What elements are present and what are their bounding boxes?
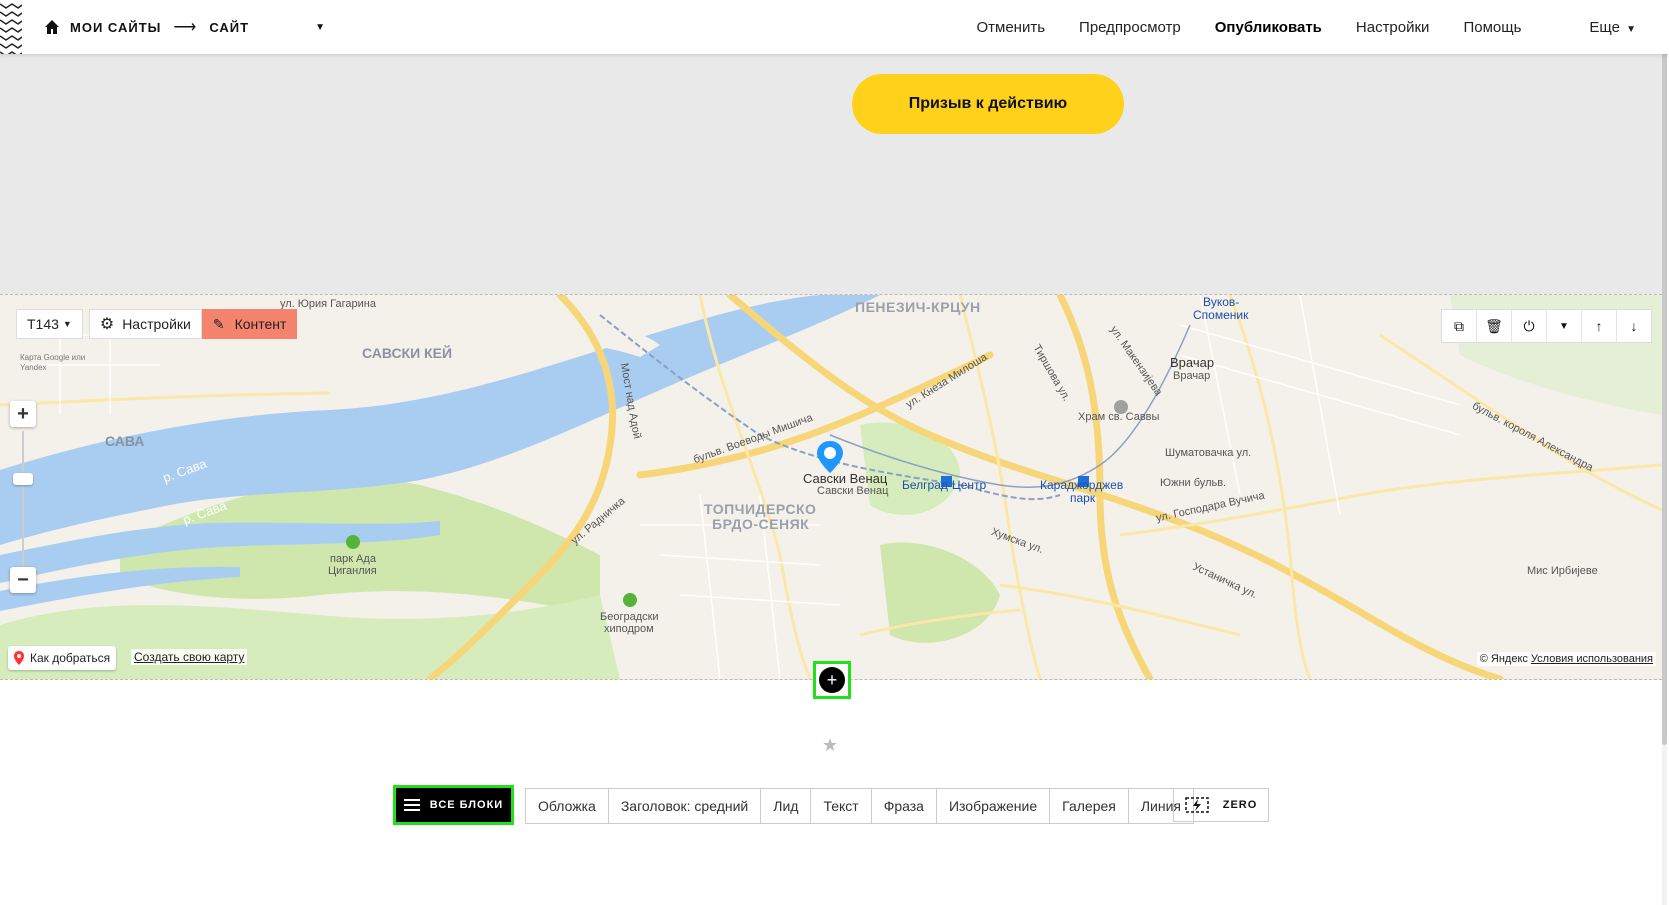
category-heading-medium[interactable]: Заголовок: средний — [609, 789, 762, 823]
tilda-logo-icon[interactable] — [0, 0, 22, 54]
category-image[interactable]: Изображение — [937, 789, 1051, 823]
map-label-station: парк — [1070, 491, 1096, 505]
category-gallery[interactable]: Галерея — [1050, 789, 1129, 823]
map-label-district: САВСКИ КЕЙ — [362, 345, 453, 361]
star-icon[interactable]: ★ — [822, 735, 838, 756]
add-block-highlight: + — [813, 661, 851, 699]
map-copyright: © Яндекс Условия использования — [1476, 652, 1656, 666]
map-label-station: Белград-Центр — [902, 478, 987, 492]
zero-label: ZERO — [1222, 799, 1258, 811]
pencil-icon: ✎ — [212, 315, 225, 332]
more-button[interactable]: Еще ▼ — [1555, 19, 1636, 36]
zoom-in-button[interactable]: + — [10, 401, 36, 427]
duplicate-icon[interactable]: ⧉ — [1442, 310, 1477, 342]
category-lead[interactable]: Лид — [761, 789, 812, 823]
map-zoom-control: + − — [10, 401, 36, 601]
menu-icon — [403, 799, 420, 811]
zoom-slider-track[interactable] — [22, 431, 24, 571]
zoom-out-button[interactable]: − — [10, 567, 36, 593]
category-phrase[interactable]: Фраза — [872, 789, 937, 823]
map-label-street: Мис Ирбијеве — [1527, 565, 1598, 577]
block-actions-toolbar: ⧉ 🗑 ⏻ ▼ ↑ ↓ — [1441, 309, 1652, 343]
route-label: Как добраться — [30, 651, 111, 665]
category-cover[interactable]: Обложка — [526, 789, 609, 823]
block-toolbar: T143 ▼ ⚙ Настройки ✎ Контент — [16, 309, 298, 339]
map-label-street: Южни бульв. — [1160, 477, 1227, 489]
preview-button[interactable]: Предпросмотр — [1079, 19, 1181, 36]
help-button[interactable]: Помощь — [1463, 19, 1521, 36]
top-bar: МОИ САЙТЫ ⟶ САЙТ ▼ Отменить Предпросмотр… — [0, 0, 1669, 54]
top-nav: Отменить Предпросмотр Опубликовать Настр… — [942, 0, 1636, 54]
map-label-place: Храм св. Саввы — [1078, 411, 1160, 423]
trash-icon[interactable]: 🗑 — [1477, 310, 1512, 342]
breadcrumb-site[interactable]: САЙТ — [209, 20, 249, 35]
block-settings-button[interactable]: ⚙ Настройки — [88, 309, 202, 339]
publish-button[interactable]: Опубликовать — [1215, 19, 1322, 36]
map-label-park: хиподром — [604, 623, 654, 635]
block-id-dropdown[interactable]: T143 ▼ — [16, 309, 83, 339]
cta-button[interactable]: Призыв к действию — [852, 74, 1124, 134]
map-label-place: Савски Венац — [817, 485, 889, 497]
map-label-park: Београдски — [600, 611, 659, 623]
map-label-place: Врачар — [1170, 355, 1215, 370]
map-label-station: Споменик — [1193, 308, 1249, 322]
arrow-down-icon[interactable]: ↓ — [1617, 310, 1651, 342]
zoom-slider-handle[interactable] — [13, 473, 33, 485]
map-label-station: Караджорджев — [1040, 478, 1124, 492]
block-id-label: T143 — [27, 316, 59, 332]
block-content-button[interactable]: ✎ Контент — [201, 309, 298, 339]
chevron-down-icon[interactable]: ▼ — [315, 22, 326, 33]
zero-block-button[interactable]: ZERO — [1173, 788, 1269, 822]
map-label-district: ТОПЧИДЕРСКО — [704, 501, 817, 517]
route-button[interactable]: Как добраться — [8, 646, 117, 670]
copyright-text: © Яндекс — [1479, 653, 1528, 665]
terms-link[interactable]: Условия использования — [1531, 653, 1653, 665]
breadcrumb-my-sites[interactable]: МОИ САЙТЫ — [70, 20, 161, 35]
breadcrumb-arrow-icon: ⟶ — [173, 19, 198, 36]
arrow-up-icon[interactable]: ↑ — [1582, 310, 1617, 342]
all-blocks-button[interactable]: ВСЕ БЛОКИ — [393, 785, 514, 825]
map-label-street: Шуматовачка ул. — [1165, 447, 1252, 459]
breadcrumb: МОИ САЙТЫ ⟶ САЙТ ▼ — [44, 0, 326, 54]
cta-block: Призыв к действию — [0, 54, 1662, 294]
map-pin-icon — [14, 651, 24, 665]
map-label-district: ПЕНЕЗИЧ-КРЦУН — [855, 299, 981, 315]
map-label-station: Вуков- — [1203, 295, 1240, 309]
settings-button[interactable]: Настройки — [1356, 19, 1430, 36]
chevron-down-icon: ▼ — [1626, 23, 1636, 35]
create-map-link[interactable]: Создать свою карту — [131, 649, 248, 665]
map-label-place: Савски Венац — [803, 471, 888, 486]
block-settings-label: Настройки — [122, 316, 191, 332]
chevron-down-icon: ▼ — [62, 319, 72, 329]
block-content-label: Контент — [234, 316, 287, 332]
power-icon[interactable]: ⏻ — [1512, 310, 1547, 342]
map-label-district: БРДО-СЕНЯК — [712, 516, 810, 532]
map-label-park: Циганлия — [328, 565, 377, 577]
cancel-button[interactable]: Отменить — [976, 19, 1045, 36]
more-label: Еще — [1589, 18, 1620, 36]
home-icon[interactable] — [44, 19, 60, 35]
zero-icon — [1184, 797, 1209, 813]
map-label-park: парк Ада — [330, 553, 376, 565]
map-label-district: САВА — [105, 433, 145, 449]
map-source-note: Карта Google или Yandex — [20, 353, 86, 372]
map-block[interactable]: САВСКИ КЕЙ САВА р. Сава р. Сава ПЕНЕЗИЧ-… — [0, 294, 1662, 680]
add-block-button[interactable]: + — [819, 667, 845, 693]
chevron-down-icon[interactable]: ▼ — [1547, 310, 1582, 342]
map-label-place: Врачар — [1173, 370, 1211, 382]
block-categories: Обложка Заголовок: средний Лид Текст Фра… — [525, 788, 1194, 824]
gear-icon: ⚙ — [99, 316, 115, 333]
category-text[interactable]: Текст — [811, 789, 872, 823]
all-blocks-label: ВСЕ БЛОКИ — [429, 799, 504, 811]
scrollbar-thumb[interactable] — [1662, 0, 1667, 745]
